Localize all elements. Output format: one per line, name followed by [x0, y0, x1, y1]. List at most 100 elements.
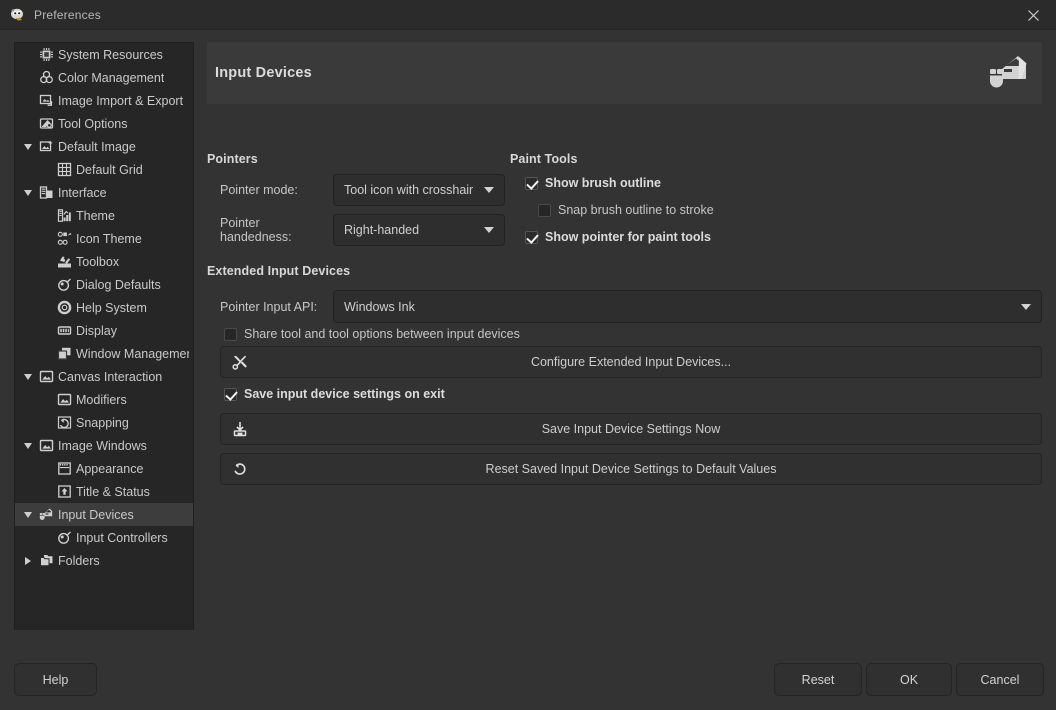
- sidebar-item-default-grid[interactable]: Default Grid: [15, 158, 193, 181]
- input-devices-icon: [988, 53, 1032, 93]
- sidebar-item-label: Default Image: [58, 140, 136, 154]
- sidebar-item-default-image[interactable]: Default Image: [15, 135, 193, 158]
- close-icon[interactable]: [1010, 0, 1056, 30]
- sidebar-item-label: Image Import & Export: [58, 94, 183, 108]
- chevron-right-icon[interactable]: [19, 557, 37, 565]
- tool-options-icon: [37, 116, 55, 132]
- configure-extended-input-devices-label: Configure Extended Input Devices...: [221, 355, 1041, 369]
- chevron-down-icon: [484, 187, 494, 193]
- gimp-wilber-icon: [10, 7, 26, 23]
- pointer-mode-dropdown[interactable]: Tool icon with crosshair: [333, 174, 505, 206]
- window-management-icon: [55, 346, 73, 362]
- sidebar-item-input-devices[interactable]: Input Devices: [15, 503, 193, 526]
- chevron-down-icon[interactable]: [19, 443, 37, 449]
- show-pointer-for-paint-tools-checkbox[interactable]: Show pointer for paint tools: [525, 230, 711, 244]
- sidebar-item-label: Input Devices: [58, 508, 134, 522]
- sidebar-item-label: Snapping: [76, 416, 129, 430]
- pointer-handedness-label: Pointer handedness:: [220, 216, 333, 244]
- pointer-input-api-value: Windows Ink: [344, 300, 1013, 314]
- snap-brush-outline-checkbox[interactable]: Snap brush outline to stroke: [538, 203, 714, 217]
- sidebar-item-interface[interactable]: Interface: [15, 181, 193, 204]
- chevron-down-icon: [1021, 304, 1031, 310]
- reset-button[interactable]: Reset: [774, 663, 862, 696]
- rotate-reset-icon: [231, 460, 249, 478]
- sidebar-item-label: Help System: [76, 301, 147, 315]
- sidebar-item-image-import-export[interactable]: Image Import & Export: [15, 89, 193, 112]
- chevron-down-icon[interactable]: [19, 512, 37, 518]
- save-input-device-settings-on-exit-checkbox[interactable]: Save input device settings on exit: [224, 387, 445, 401]
- title-status-icon: [55, 484, 73, 500]
- sidebar-item-toolbox[interactable]: Toolbox: [15, 250, 193, 273]
- sidebar-item-snapping[interactable]: Snapping: [15, 411, 193, 434]
- pointer-input-api-dropdown[interactable]: Windows Ink: [333, 290, 1042, 323]
- pointer-mode-label: Pointer mode:: [220, 183, 333, 197]
- sidebar-item-tool-options[interactable]: Tool Options: [15, 112, 193, 135]
- page-title: Input Devices: [207, 65, 312, 81]
- sidebar-item-label: Default Grid: [76, 163, 143, 177]
- save-on-exit-label: Save input device settings on exit: [244, 387, 445, 401]
- dialog-body: System Resources Color Management Image Im…: [0, 30, 1056, 650]
- sidebar-item-help-system[interactable]: Help System: [15, 296, 193, 319]
- sidebar-item-title-status[interactable]: Title & Status: [15, 480, 193, 503]
- reset-saved-input-device-settings-button[interactable]: Reset Saved Input Device Settings to Def…: [220, 453, 1042, 485]
- sidebar-item-modifiers[interactable]: Modifiers: [15, 388, 193, 411]
- sidebar-item-label: Display: [76, 324, 117, 338]
- checkbox-icon: [525, 177, 538, 190]
- save-input-device-settings-now-label: Save Input Device Settings Now: [221, 422, 1041, 436]
- toolbox-icon: [55, 254, 73, 270]
- sidebar-item-image-windows[interactable]: Image Windows: [15, 434, 193, 457]
- help-button[interactable]: Help: [14, 663, 97, 696]
- sidebar-item-label: Color Management: [58, 71, 164, 85]
- sidebar-item-label: Interface: [58, 186, 107, 200]
- sidebar-item-window-management[interactable]: Window Management: [15, 342, 193, 365]
- default-grid-icon: [55, 162, 73, 178]
- pointer-handedness-value: Right-handed: [344, 223, 476, 237]
- sidebar-item-canvas-interaction[interactable]: Canvas Interaction: [15, 365, 193, 388]
- page-header: Input Devices: [207, 42, 1042, 104]
- reset-saved-input-device-settings-label: Reset Saved Input Device Settings to Def…: [221, 462, 1041, 476]
- icon-theme-icon: [55, 231, 73, 247]
- canvas-interaction-icon: [37, 369, 55, 385]
- sidebar-item-label: Dialog Defaults: [76, 278, 161, 292]
- sidebar-item-system-resources[interactable]: System Resources: [15, 43, 193, 66]
- sidebar-item-label: Tool Options: [58, 117, 127, 131]
- system-resources-icon: [37, 47, 55, 63]
- show-brush-outline-checkbox[interactable]: Show brush outline: [525, 176, 661, 190]
- sidebar-item-appearance[interactable]: Appearance: [15, 457, 193, 480]
- sidebar-item-dialog-defaults[interactable]: Dialog Defaults: [15, 273, 193, 296]
- share-tool-options-checkbox[interactable]: Share tool and tool options between inpu…: [224, 327, 520, 341]
- image-import-export-icon: [37, 93, 55, 109]
- ok-button[interactable]: OK: [866, 663, 952, 696]
- dialog-defaults-icon: [55, 277, 73, 293]
- preferences-category-tree[interactable]: System Resources Color Management Image Im…: [14, 42, 194, 638]
- sidebar-item-folders[interactable]: Folders: [15, 549, 193, 572]
- pointer-handedness-dropdown[interactable]: Right-handed: [333, 214, 505, 246]
- sidebar-item-input-controllers[interactable]: Input Controllers: [15, 526, 193, 549]
- chevron-down-icon[interactable]: [19, 374, 37, 380]
- chevron-down-icon[interactable]: [19, 144, 37, 150]
- save-input-device-settings-now-button[interactable]: Save Input Device Settings Now: [220, 413, 1042, 445]
- checkbox-icon: [224, 388, 237, 401]
- sidebar-item-icon-theme[interactable]: Icon Theme: [15, 227, 193, 250]
- sidebar-item-display[interactable]: Display: [15, 319, 193, 342]
- sidebar-item-theme[interactable]: Theme: [15, 204, 193, 227]
- sidebar-item-label: Folders: [58, 554, 100, 568]
- sidebar-item-label: Icon Theme: [76, 232, 142, 246]
- window-titlebar: Preferences: [0, 0, 1056, 30]
- folders-icon: [37, 553, 55, 569]
- share-tool-options-label: Share tool and tool options between inpu…: [244, 327, 520, 341]
- sidebar-item-label: Theme: [76, 209, 115, 223]
- appearance-icon: [55, 461, 73, 477]
- sidebar-item-label: Canvas Interaction: [58, 370, 162, 384]
- modifiers-icon: [55, 392, 73, 408]
- checkbox-icon: [224, 328, 237, 341]
- cancel-button[interactable]: Cancel: [956, 663, 1044, 696]
- chevron-down-icon[interactable]: [19, 190, 37, 196]
- sidebar-item-color-management[interactable]: Color Management: [15, 66, 193, 89]
- sidebar-item-label: Title & Status: [76, 485, 150, 499]
- configure-extended-input-devices-button[interactable]: Configure Extended Input Devices...: [220, 346, 1042, 378]
- window-title: Preferences: [34, 8, 101, 22]
- chevron-down-icon: [484, 227, 494, 233]
- sidebar-item-label: Appearance: [76, 462, 143, 476]
- pointer-mode-value: Tool icon with crosshair: [344, 183, 476, 197]
